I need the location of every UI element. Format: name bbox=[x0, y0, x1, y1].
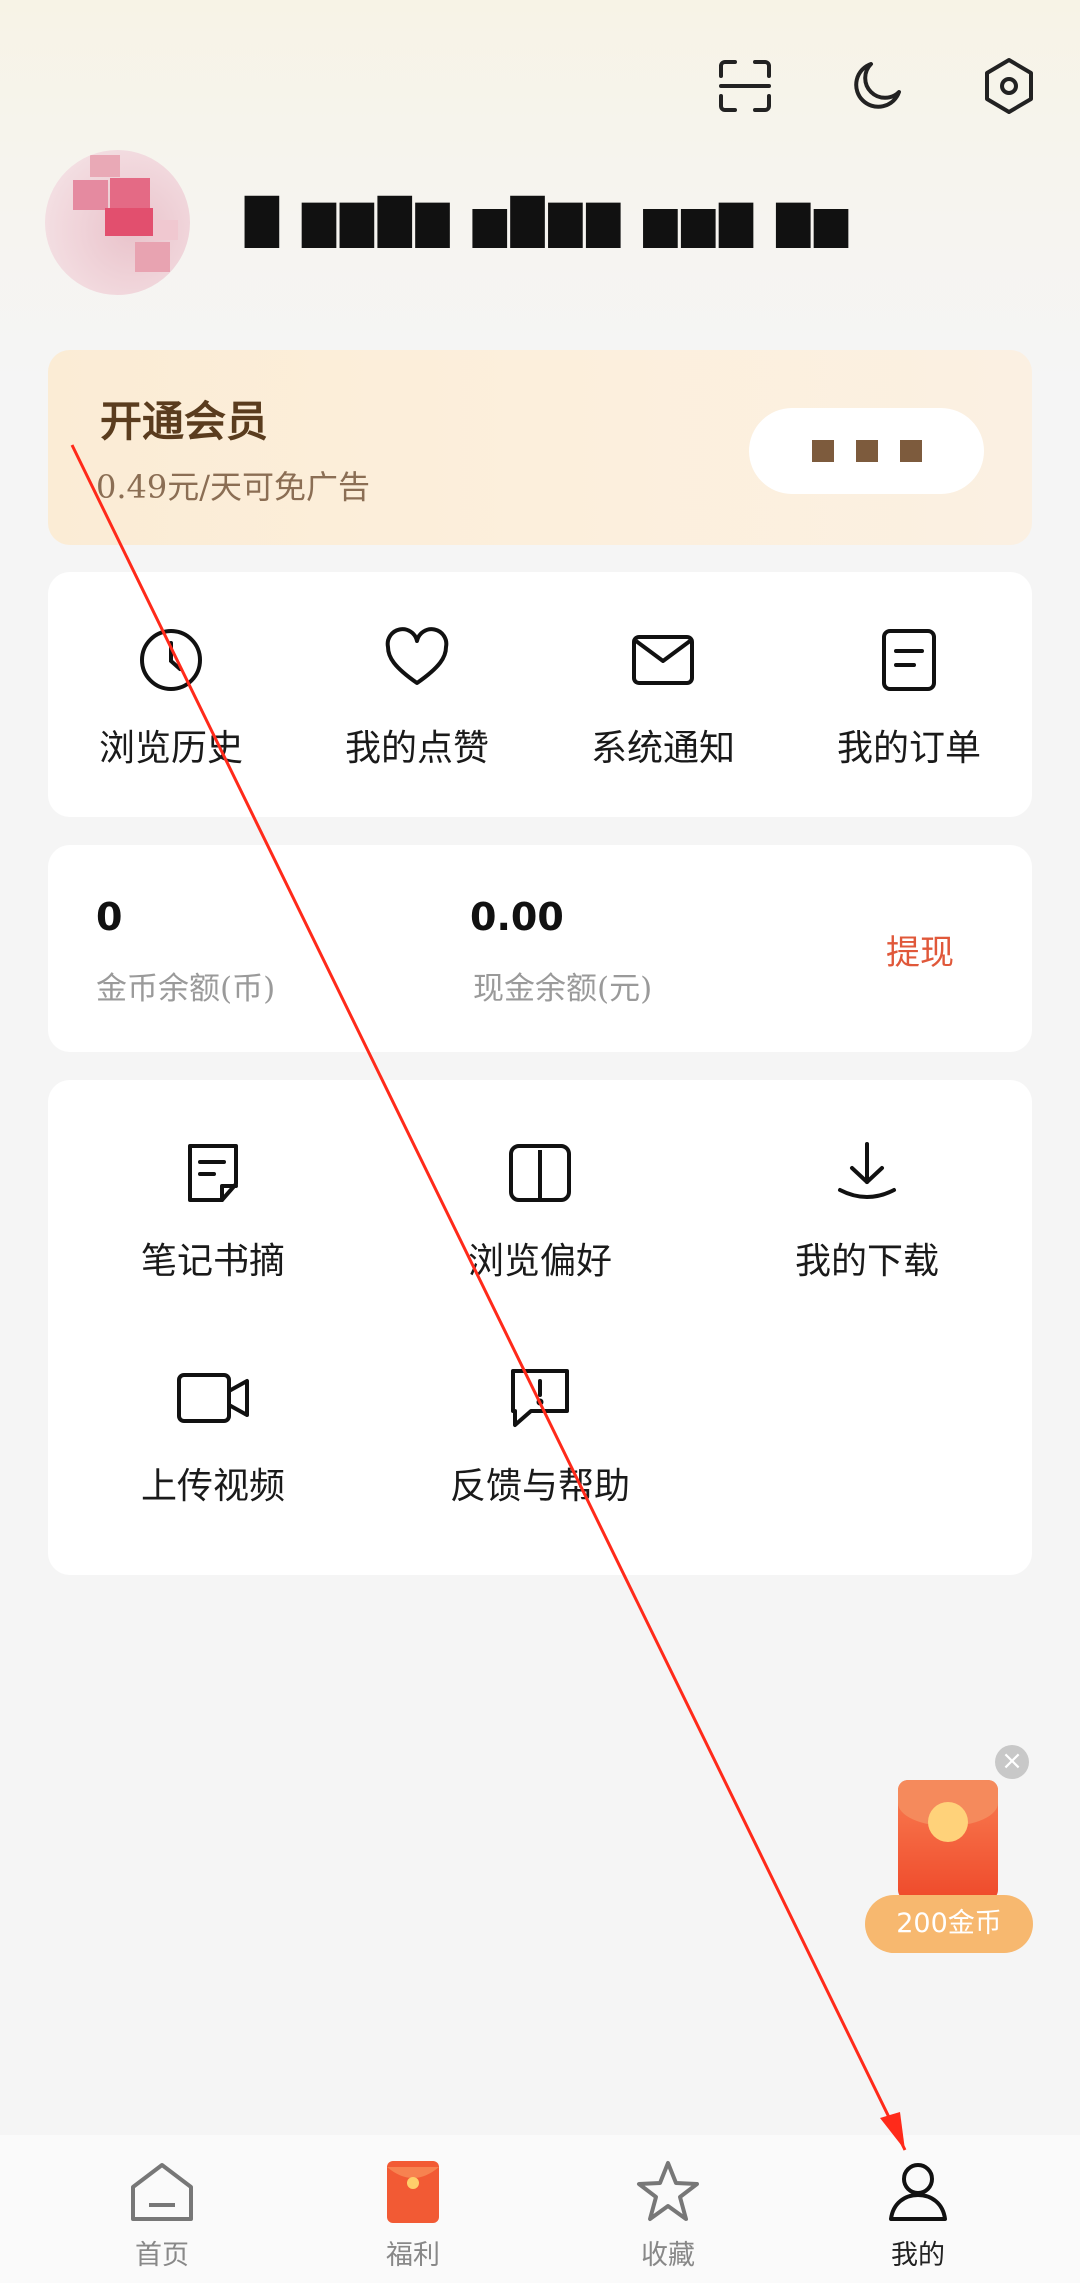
profile-header[interactable]: █ ▇▇█▇ ▆█▇▇ ▆▆▇ ▇▆ bbox=[45, 150, 1045, 300]
wallet-card: 0 金币余额(币) 0.00 现金余额(元) 提现 bbox=[48, 845, 1032, 1052]
mail-icon bbox=[540, 627, 786, 697]
tool-notes[interactable]: 笔记书摘 bbox=[48, 1140, 378, 1284]
tool-upload-video[interactable]: 上传视频 bbox=[48, 1365, 378, 1509]
red-packet-seal bbox=[928, 1802, 968, 1842]
tab-home[interactable]: 首页 bbox=[92, 2157, 232, 2272]
quick-action-label: 系统通知 bbox=[590, 728, 735, 769]
tool-label: 上传视频 bbox=[140, 1466, 285, 1507]
redpacket-icon bbox=[343, 2157, 483, 2227]
tab-favorites[interactable]: 收藏 bbox=[598, 2157, 738, 2272]
tool-preferences[interactable]: 浏览偏好 bbox=[375, 1140, 705, 1284]
vip-subtitle: 0.49元/天可免广告 bbox=[96, 468, 371, 506]
quick-actions-card: 浏览历史 我的点赞 系统通知 我的订单 bbox=[48, 572, 1032, 817]
tool-label: 笔记书摘 bbox=[140, 1241, 285, 1282]
quick-action-history[interactable]: 浏览历史 bbox=[48, 627, 294, 771]
tool-feedback[interactable]: 反馈与帮助 bbox=[375, 1365, 705, 1509]
quick-action-orders[interactable]: 我的订单 bbox=[786, 627, 1032, 771]
download-icon bbox=[702, 1140, 1032, 1210]
tab-welfare[interactable]: 福利 bbox=[343, 2157, 483, 2272]
quick-action-likes[interactable]: 我的点赞 bbox=[294, 627, 540, 771]
tool-label: 浏览偏好 bbox=[467, 1241, 612, 1282]
avatar[interactable] bbox=[45, 150, 190, 295]
tab-label: 福利 bbox=[386, 2240, 440, 2271]
tab-label: 首页 bbox=[135, 2240, 189, 2271]
vip-banner[interactable]: 开通会员 0.49元/天可免广告 bbox=[48, 350, 1032, 545]
tool-label: 反馈与帮助 bbox=[449, 1466, 630, 1507]
feedback-icon bbox=[375, 1365, 705, 1435]
coin-balance-label: 金币余额(币) bbox=[96, 971, 276, 1007]
quick-action-notifications[interactable]: 系统通知 bbox=[540, 627, 786, 771]
cash-balance-value[interactable]: 0.00 bbox=[470, 895, 564, 939]
reward-coins-badge[interactable]: 200金币 bbox=[865, 1895, 1033, 1953]
scan-icon[interactable] bbox=[714, 55, 776, 117]
video-icon bbox=[48, 1365, 378, 1435]
cash-balance-label: 现金余额(元) bbox=[473, 971, 653, 1007]
tools-card: 笔记书摘 浏览偏好 我的下载 上传视频 反馈与帮助 bbox=[48, 1080, 1032, 1575]
tool-downloads[interactable]: 我的下载 bbox=[702, 1140, 1032, 1284]
tab-label: 我的 bbox=[891, 2240, 945, 2271]
redacted-label-block bbox=[855, 440, 878, 462]
clock-icon bbox=[48, 627, 294, 697]
username: █ ▇▇█▇ ▆█▇▇ ▆▆▇ ▇▆ bbox=[245, 197, 853, 248]
note-icon bbox=[48, 1140, 378, 1210]
red-packet-reward[interactable] bbox=[898, 1780, 998, 1900]
heart-icon bbox=[294, 627, 540, 697]
settings-icon[interactable] bbox=[978, 55, 1040, 117]
withdraw-button[interactable]: 提现 bbox=[886, 925, 954, 974]
coin-balance-value[interactable]: 0 bbox=[96, 895, 122, 939]
close-icon[interactable]: × bbox=[995, 1745, 1029, 1779]
user-icon bbox=[848, 2157, 988, 2227]
bottom-tab-bar: 首页 福利 收藏 我的 bbox=[0, 2135, 1080, 2283]
night-mode-icon[interactable] bbox=[846, 55, 908, 117]
home-icon bbox=[92, 2157, 232, 2227]
tab-label: 收藏 bbox=[641, 2240, 695, 2271]
quick-action-label: 浏览历史 bbox=[98, 728, 243, 769]
book-icon bbox=[375, 1140, 705, 1210]
quick-action-label: 我的订单 bbox=[836, 728, 981, 769]
star-icon bbox=[598, 2157, 738, 2227]
order-icon bbox=[786, 627, 1032, 697]
header-actions bbox=[714, 55, 1040, 117]
redacted-label-block bbox=[811, 440, 834, 462]
vip-title: 开通会员 bbox=[100, 397, 269, 446]
tool-label: 我的下载 bbox=[794, 1241, 939, 1282]
vip-open-button[interactable] bbox=[749, 408, 984, 494]
quick-action-label: 我的点赞 bbox=[344, 728, 489, 769]
redacted-label-block bbox=[899, 440, 922, 462]
tab-mine[interactable]: 我的 bbox=[848, 2157, 988, 2272]
